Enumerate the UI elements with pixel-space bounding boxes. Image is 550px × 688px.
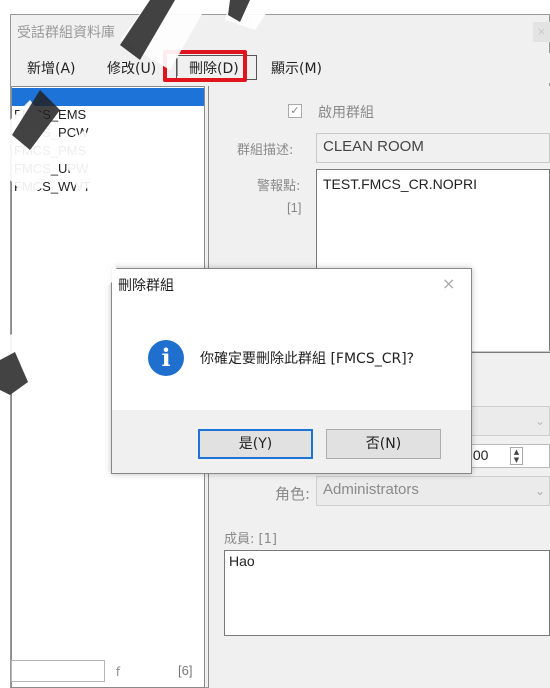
enable-group-label: 啟用群組 — [318, 105, 374, 121]
group-filter-input[interactable] — [11, 660, 105, 682]
yes-button[interactable]: 是(Y) — [198, 429, 313, 459]
annotation-highlight-box — [163, 50, 247, 82]
filter-button[interactable]: f — [108, 662, 128, 682]
list-item[interactable]: FMCS_WWT — [12, 178, 204, 196]
enable-group-checkbox[interactable]: ✓ — [288, 104, 302, 118]
members-label: 成員: [1] — [224, 532, 277, 547]
role-dropdown[interactable]: Administrators — [316, 476, 550, 506]
window-close-button[interactable]: × — [533, 22, 550, 42]
close-icon[interactable]: × — [442, 274, 455, 293]
info-icon: i — [148, 340, 184, 376]
members-list[interactable]: Hao — [224, 550, 550, 636]
description-field[interactable]: CLEAN ROOM — [316, 133, 550, 163]
menu-show[interactable]: 顯示(M) — [271, 58, 322, 78]
group-list[interactable]: FMCS_CR FMCS_EMS FMCS_PCW FMCS_PMS FMCS_… — [12, 88, 204, 196]
list-item[interactable]: FMCS_EMS — [12, 106, 204, 124]
list-item[interactable]: FMCS_CR — [12, 88, 204, 106]
time-field[interactable]: :00 — [466, 444, 550, 468]
role-label: 角色: — [275, 485, 311, 503]
list-item[interactable]: FMCS_PCW — [12, 124, 204, 142]
time-spinner[interactable]: ▲ ▼ — [510, 447, 523, 465]
alarm-point-item[interactable]: TEST.FMCS_CR.NOPRI — [323, 176, 477, 192]
menu-edit[interactable]: 修改(U) — [107, 58, 156, 78]
alarm-points-label: 警報點: — [257, 179, 301, 194]
list-item[interactable]: FMCS_UPW — [12, 160, 204, 178]
member-item[interactable]: Hao — [229, 553, 255, 569]
window-title: 受話群組資料庫 — [17, 25, 115, 41]
group-count: [6] — [178, 663, 193, 678]
chevron-down-icon: ⌄ — [535, 484, 546, 498]
dialog-title: 刪除群組 — [118, 278, 174, 294]
list-item[interactable]: FMCS_PMS — [12, 142, 204, 160]
menu-add[interactable]: 新增(A) — [27, 58, 76, 78]
chevron-down-icon: ⌄ — [535, 414, 546, 428]
alarm-points-count: [1] — [287, 200, 302, 215]
dialog-message: 你確定要刪除此群組 [FMCS_CR]? — [200, 351, 415, 367]
no-button[interactable]: 否(N) — [326, 429, 441, 459]
description-label: 群組描述: — [237, 143, 294, 158]
